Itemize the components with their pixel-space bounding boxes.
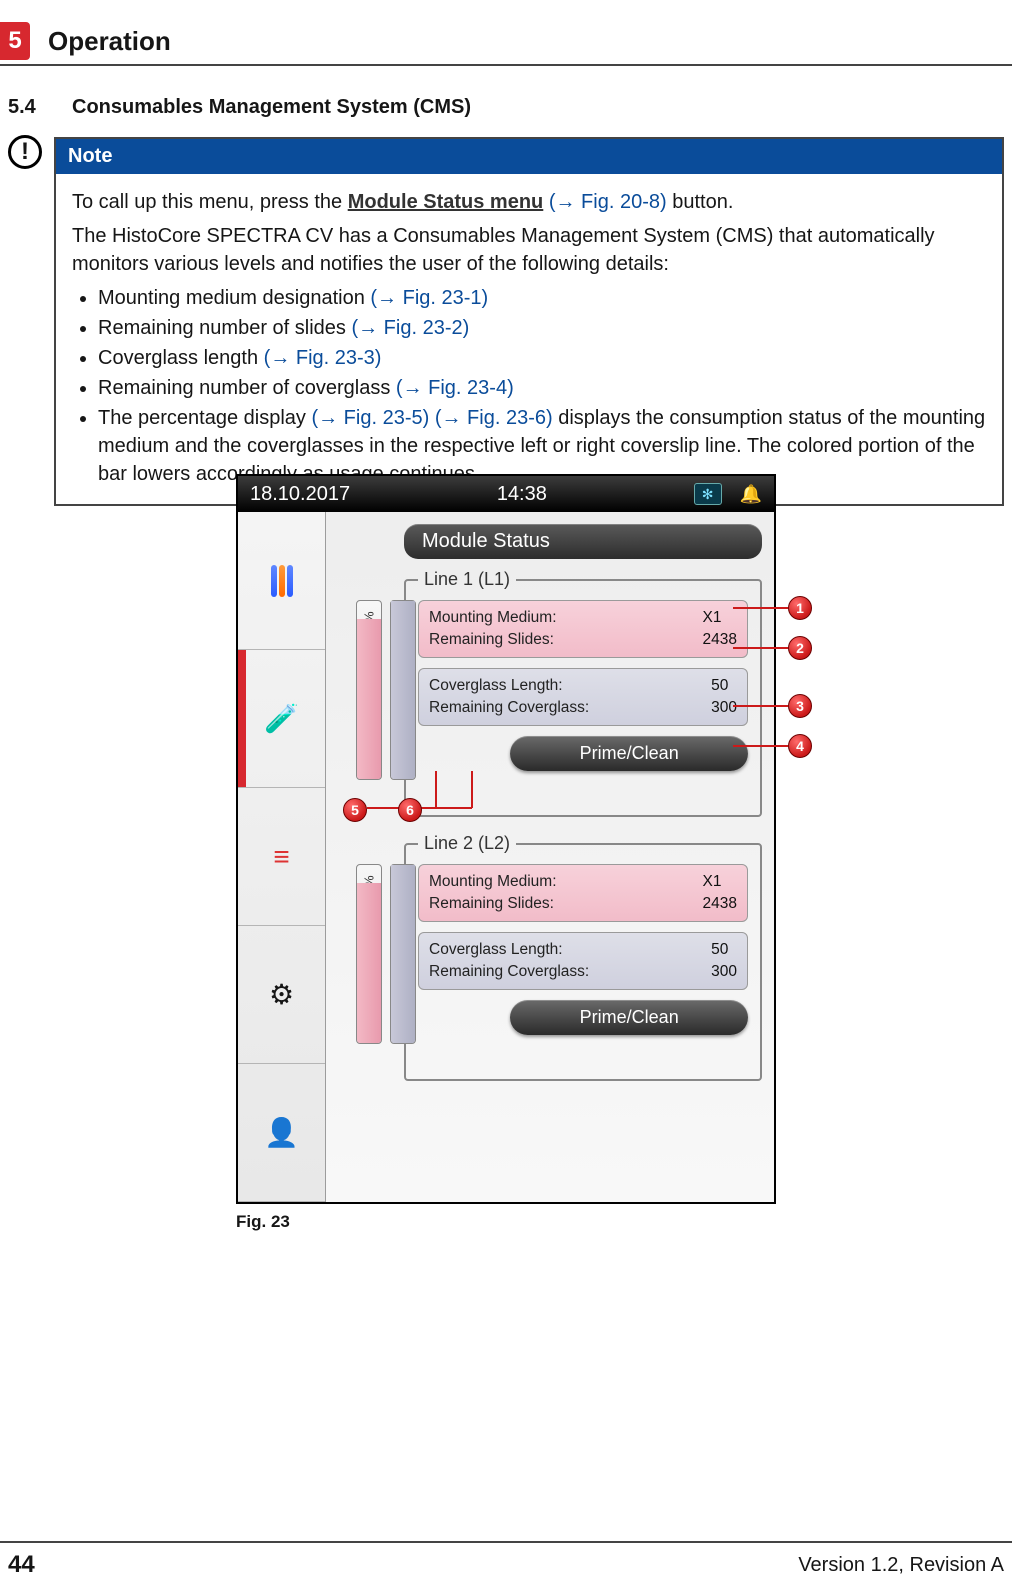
xref-fig-23-2[interactable]: (→ Fig. 23-2) [351, 317, 469, 339]
chapter-title: Operation [48, 26, 171, 57]
callout-2: 2 [788, 636, 812, 660]
panel-title: Module Status [404, 524, 762, 559]
callout-3-lead [733, 705, 788, 707]
xref-fig-23-6[interactable]: (→ Fig. 23-6) [435, 407, 553, 429]
line2-cg-fill [391, 865, 415, 1043]
line1-prime-clean-button[interactable]: Prime/Clean [510, 736, 748, 771]
callout-4-lead [733, 745, 788, 747]
figure-23: 1 2 3 4 5 6 18.10.2017 14:38 ✻ 🔔 [236, 474, 776, 1232]
section-number: 5.4 [8, 96, 48, 119]
sidebar-tab-overview[interactable] [238, 512, 325, 650]
sidebar-tab-user[interactable]: 👤 [238, 1064, 325, 1202]
line-2-group: Line 2 (L2) 90% Mounting Medium 100% [404, 833, 762, 1081]
note-label: Note [56, 139, 1002, 174]
screen-topbar: 18.10.2017 14:38 ✻ 🔔 [238, 476, 774, 512]
list-item: Remaining number of coverglass (→ Fig. 2… [98, 374, 986, 402]
note-box: ! Note To call up this menu, press the M… [54, 137, 1004, 506]
figure-frame: 1 2 3 4 5 6 18.10.2017 14:38 ✻ 🔔 [236, 474, 776, 1204]
callout-6-lead-h [422, 807, 472, 809]
line2-cg-length: 50 [711, 941, 737, 959]
line1-cg-bar: 100% Coverglass [390, 600, 416, 780]
rem-cg-label: Remaining Coverglass: [429, 699, 697, 717]
module-status-screen: 18.10.2017 14:38 ✻ 🔔 🧪 ≡ ⚙ 👤 Module Stat… [238, 476, 774, 1202]
rem-slides-label: Remaining Slides: [429, 631, 689, 649]
cg-len-label: Coverglass Length: [429, 941, 697, 959]
sidebar-tab-settings[interactable]: ⚙ [238, 926, 325, 1064]
line2-cg-bar: 100% Coverglass [390, 864, 416, 1044]
bottle-icon: 🧪 [260, 697, 304, 741]
line2-cg-card: Coverglass Length: 50 Remaining Covergla… [418, 932, 748, 990]
alarm-icon: 🔔 [740, 484, 762, 505]
section: 5.4 Consumables Management System (CMS) … [8, 96, 1004, 506]
line-1-group: Line 1 (L1) 90% Mounting Medium 100% [404, 569, 762, 817]
callout-3: 3 [788, 694, 812, 718]
cg-len-label: Coverglass Length: [429, 677, 697, 695]
xref-fig-23-1[interactable]: (→ Fig. 23-1) [370, 287, 488, 309]
line1-remaining-slides: 2438 [703, 631, 737, 649]
callout-1-lead [733, 607, 788, 609]
rem-cg-label: Remaining Coverglass: [429, 963, 697, 981]
line1-mm-fill [357, 619, 381, 779]
screen-date: 18.10.2017 [250, 483, 350, 506]
callout-1: 1 [788, 596, 812, 620]
note-intro-pre: To call up this menu, press the [72, 191, 348, 213]
callout-6: 6 [398, 798, 422, 822]
sidebar: 🧪 ≡ ⚙ 👤 [238, 512, 326, 1202]
line2-mm-fill [357, 883, 381, 1043]
chapter-number-badge: 5 [0, 22, 30, 60]
callout-5: 5 [343, 798, 367, 822]
line1-cg-fill [391, 601, 415, 779]
sidebar-tab-module-status[interactable]: 🧪 [238, 650, 325, 788]
line1-cg-card: Coverglass Length: 50 Remaining Covergla… [418, 668, 748, 726]
line1-mm-value: X1 [703, 609, 737, 627]
callout-4: 4 [788, 734, 812, 758]
line2-remaining-cg: 300 [711, 963, 737, 981]
gear-icon: ⚙ [260, 973, 304, 1017]
sidebar-tab-programs[interactable]: ≡ [238, 788, 325, 926]
line2-prime-clean-button[interactable]: Prime/Clean [510, 1000, 748, 1035]
line2-mm-bar: 90% Mounting Medium [356, 864, 382, 1044]
note-list: Mounting medium designation (→ Fig. 23-1… [72, 284, 986, 488]
status-indicator-icon: ✻ [694, 483, 722, 505]
markers-icon [260, 559, 304, 603]
page-number: 44 [8, 1551, 35, 1579]
figure-caption: Fig. 23 [236, 1212, 776, 1232]
section-heading: 5.4 Consumables Management System (CMS) [8, 96, 1004, 119]
xref-fig-23-5[interactable]: (→ Fig. 23-5) [311, 407, 429, 429]
line1-mm-card: Mounting Medium: X1 Remaining Slides: 24… [418, 600, 748, 658]
line-1-legend: Line 1 (L1) [418, 569, 516, 590]
note-para2: The HistoCore SPECTRA CV has a Consumabl… [72, 222, 986, 278]
mm-name-label: Mounting Medium: [429, 873, 689, 891]
header-rule [0, 64, 1012, 66]
line2-mm-value: X1 [703, 873, 737, 891]
line2-remaining-slides: 2438 [703, 895, 737, 913]
chapter-header: 5 Operation [0, 22, 1012, 60]
list-item: Coverglass length (→ Fig. 23-3) [98, 344, 986, 372]
note-intro-post: button. [672, 191, 733, 213]
screen-time: 14:38 [497, 483, 547, 506]
xref-fig-23-4[interactable]: (→ Fig. 23-4) [396, 377, 514, 399]
mm-name-label: Mounting Medium: [429, 609, 689, 627]
callout-6-lead-v [471, 771, 473, 808]
rem-slides-label: Remaining Slides: [429, 895, 689, 913]
module-status-menu-link[interactable]: Module Status menu [348, 191, 544, 213]
list-item: Remaining number of slides (→ Fig. 23-2) [98, 314, 986, 342]
user-icon: 👤 [260, 1111, 304, 1155]
content-area: Module Status Line 1 (L1) 90% Mounting M… [326, 512, 774, 1202]
list-icon: ≡ [260, 835, 304, 879]
callout-5-lead-v [435, 771, 437, 808]
line1-remaining-cg: 300 [711, 699, 737, 717]
section-title: Consumables Management System (CMS) [72, 96, 471, 119]
list-item: Mounting medium designation (→ Fig. 23-1… [98, 284, 986, 312]
note-icon: ! [8, 135, 42, 169]
xref-fig-23-3[interactable]: (→ Fig. 23-3) [264, 347, 382, 369]
xref-fig-20-8[interactable]: (→ Fig. 20-8) [549, 191, 667, 213]
line2-mm-card: Mounting Medium: X1 Remaining Slides: 24… [418, 864, 748, 922]
version-label: Version 1.2, Revision A [798, 1554, 1004, 1577]
line-2-legend: Line 2 (L2) [418, 833, 516, 854]
footer-rule [0, 1541, 1012, 1543]
callout-2-lead [733, 647, 788, 649]
line1-cg-length: 50 [711, 677, 737, 695]
line1-mm-bar: 90% Mounting Medium [356, 600, 382, 780]
